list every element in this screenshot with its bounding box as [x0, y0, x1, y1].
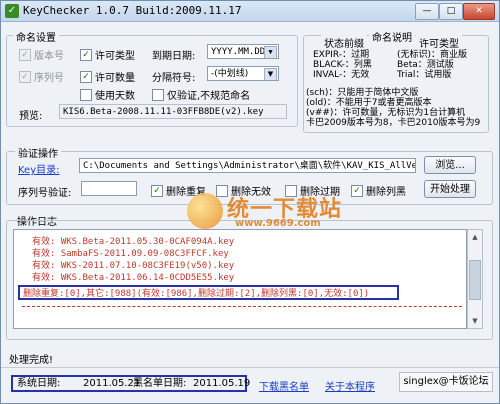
remove-expired-checkbox[interactable]: 删除过期: [285, 183, 340, 198]
remove-expired-label: 删除过期: [300, 187, 340, 198]
key-directory-value: C:\Documents and Settings\Administrator\…: [83, 161, 416, 171]
key-directory-field[interactable]: C:\Documents and Settings\Administrator\…: [79, 158, 416, 173]
serial-checkbox-label: 序列号: [34, 73, 64, 84]
license-type-checkbox[interactable]: ✓ 许可类型: [80, 47, 135, 62]
status-separator: [1, 367, 499, 368]
verify-only-checkbox-label: 仅验证,不规范命名: [167, 91, 251, 102]
use-days-checkbox[interactable]: 使用天数: [80, 87, 135, 102]
key-checker-app-icon: ✓: [5, 4, 19, 18]
remove-duplicate-checkbox[interactable]: ✓ 删除重复: [151, 183, 206, 198]
expiry-format-select[interactable]: YYYY.MM.DD ▼: [207, 44, 279, 59]
remove-blacklisted-label: 删除列黑: [366, 187, 406, 198]
checkbox-empty-icon: [152, 88, 164, 101]
checkbox-check-icon: ✓: [80, 48, 92, 61]
version-checkbox-label: 版本号: [34, 51, 64, 62]
minimize-button[interactable]: —: [415, 3, 439, 20]
start-processing-button[interactable]: 开始处理: [424, 180, 476, 198]
processing-status-text: 处理完成!: [9, 355, 54, 366]
scroll-thumb[interactable]: [469, 260, 481, 300]
remove-invalid-checkbox[interactable]: 删除无效: [216, 183, 271, 198]
separator-value: -(中划线): [211, 69, 249, 79]
naming-settings-label: 命名设置: [13, 29, 59, 44]
expiry-label: 到期日期:: [152, 51, 196, 62]
blacklist-date-label: 黑名单日期:: [133, 378, 187, 389]
download-blacklist-link[interactable]: 下载黑名单: [259, 378, 309, 393]
use-days-checkbox-label: 使用天数: [95, 91, 135, 102]
separator-select[interactable]: -(中划线) ▼: [207, 66, 279, 81]
system-date-label: 系统日期:: [17, 378, 61, 389]
browse-button[interactable]: 浏览...: [424, 156, 476, 174]
about-link[interactable]: 关于本程序: [325, 378, 375, 393]
key-directory-link[interactable]: Key目录:: [18, 161, 60, 176]
remove-duplicate-label: 删除重复: [166, 187, 206, 198]
serial-verify-label: 序列号验证:: [18, 188, 72, 199]
checkbox-check-icon: ✓: [351, 184, 363, 197]
serial-verify-input[interactable]: [81, 181, 137, 196]
checkbox-empty-icon: [80, 88, 92, 101]
verify-only-checkbox[interactable]: 仅验证,不规范命名: [152, 87, 250, 102]
log-line: 有效: WKS.Beta-2011.06.14-0CDD5E55.key: [32, 273, 235, 283]
remove-invalid-label: 删除无效: [231, 187, 271, 198]
checkbox-check-icon: ✓: [151, 184, 163, 197]
log-textarea[interactable]: 有效: WKS.Beta-2011.05.30-0CAF094A.key 有效:…: [13, 229, 467, 329]
status-line-invalid: INVAL-：无效: [313, 70, 370, 80]
version-checkbox: ✓ 版本号: [19, 47, 64, 62]
checkbox-check-icon: ✓: [80, 70, 92, 83]
system-date-value: 2011.05.21: [83, 378, 141, 389]
checkbox-empty-icon: [216, 184, 228, 197]
naming-description-header: 命名说明: [369, 29, 415, 44]
maximize-button[interactable]: □: [439, 3, 463, 20]
title-bar[interactable]: ✓ KeyChecker 1.0.7 Build:2009.11.17 — □ …: [1, 1, 499, 22]
app-window: ✓ KeyChecker 1.0.7 Build:2009.11.17 — □ …: [0, 0, 500, 404]
note-kav-versions: 卡巴2009版本号为8，卡巴2010版本号为9: [306, 118, 481, 128]
remove-blacklisted-checkbox[interactable]: ✓ 删除列黑: [351, 183, 406, 198]
chevron-down-icon: ▼: [264, 46, 277, 58]
separator-label: 分隔符号:: [152, 73, 196, 84]
log-divider: [22, 306, 462, 307]
log-scrollbar[interactable]: ▲ ▼: [467, 229, 483, 329]
scroll-up-arrow-icon[interactable]: ▲: [468, 230, 482, 244]
author-badge: singlex@卡饭论坛: [399, 372, 493, 392]
license-count-checkbox-label: 许可数量: [95, 73, 135, 84]
checkbox-check-icon: ✓: [19, 48, 31, 61]
license-line-trial: Trial：试用版: [397, 70, 452, 80]
expiry-format-value: YYYY.MM.DD: [211, 47, 266, 57]
license-count-checkbox[interactable]: ✓ 许可数量: [80, 69, 135, 84]
blacklist-date-value: 2011.05.19: [193, 378, 251, 389]
preview-field: KIS6.Beta-2008.11.11-03FFB8DE(v2).key: [59, 104, 287, 119]
serial-checkbox: ✓ 序列号: [19, 69, 64, 84]
close-button[interactable]: ✕: [463, 3, 495, 20]
chevron-down-icon: ▼: [264, 68, 277, 80]
license-type-checkbox-label: 许可类型: [95, 51, 135, 62]
scroll-down-arrow-icon[interactable]: ▼: [468, 314, 482, 328]
log-summary-line: 删除重复:[0],其它:[988](有效:[986],删除过期:[2],删除列黑…: [18, 285, 399, 300]
window-title: KeyChecker 1.0.7 Build:2009.11.17: [23, 4, 242, 17]
checkbox-check-icon: ✓: [19, 70, 31, 83]
preview-label: 预览:: [19, 111, 43, 122]
verify-group-label: 验证操作: [15, 145, 61, 160]
preview-value: KIS6.Beta-2008.11.11-03FFB8DE(v2).key: [63, 107, 264, 117]
checkbox-empty-icon: [285, 184, 297, 197]
date-status-box: 系统日期: 2011.05.21 黑名单日期: 2011.05.19: [11, 375, 251, 392]
